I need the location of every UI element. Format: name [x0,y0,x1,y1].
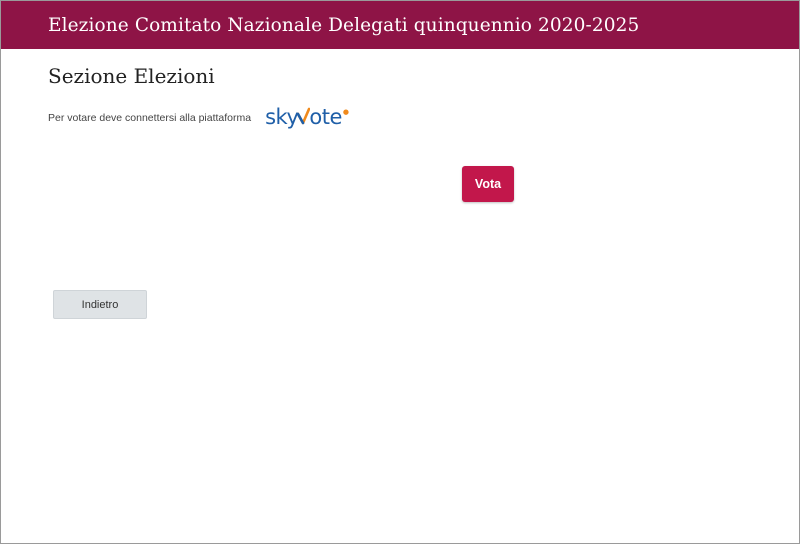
page-frame: Elezione Comitato Nazionale Delegati qui… [0,0,800,544]
logo-text-ote: ote [309,105,342,129]
skyvote-logo: sky ote ● [265,105,349,129]
connect-instruction: Per votare deve connettersi alla piattaf… [48,111,252,124]
page-header: Elezione Comitato Nazionale Delegati qui… [1,1,799,49]
vote-button[interactable]: Vota [462,166,514,202]
back-button[interactable]: Indietro [53,290,147,319]
logo-text-sky: sky [265,105,299,129]
logo-dot-icon: ● [342,108,349,116]
header-title: Elezione Comitato Nazionale Delegati qui… [48,14,640,36]
connect-row: Per votare deve connettersi alla piattaf… [48,107,349,128]
section-title: Sezione Elezioni [48,64,215,88]
